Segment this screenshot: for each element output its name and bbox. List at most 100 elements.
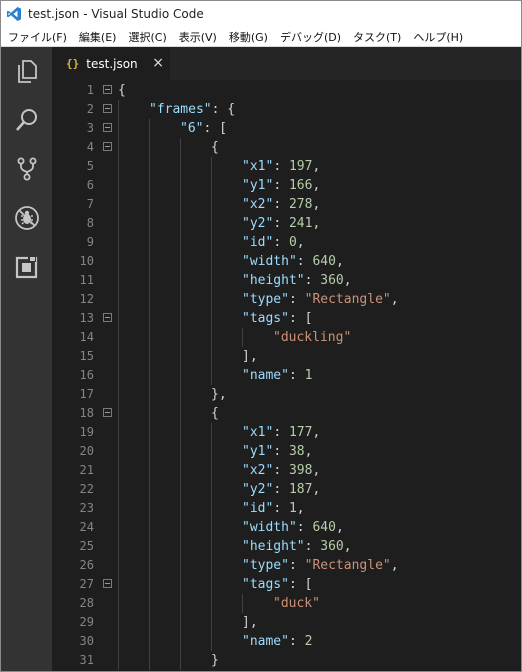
json-key: "frames" — [149, 102, 212, 117]
code-line[interactable]: 4{ — [52, 138, 521, 157]
json-number: 398 — [288, 463, 313, 478]
tab-label: test.json — [86, 56, 138, 71]
code-line[interactable]: 2 "frames": { — [52, 100, 521, 119]
menu-file[interactable]: ファイル(F) — [1, 29, 73, 45]
code-line[interactable]: 13 "tags": [ — [52, 309, 521, 328]
json-file-icon: {} — [66, 57, 80, 70]
json-punctuation: , — [390, 292, 399, 307]
line-number: 22 — [79, 482, 94, 496]
code-line[interactable]: 30 "name": 2 — [52, 632, 521, 651]
json-punctuation: , — [343, 539, 352, 554]
menu-edit[interactable]: 編集(E) — [73, 29, 123, 45]
line-text: "name": 1 — [242, 366, 312, 385]
code-line[interactable]: 24 "width": 640, — [52, 518, 521, 537]
json-number: 187 — [288, 482, 313, 497]
json-number: 1 — [288, 501, 297, 516]
json-punctuation: , — [343, 273, 352, 288]
json-punctuation: : — [288, 292, 305, 307]
json-punctuation: : — [273, 235, 289, 250]
code-line[interactable]: 12 "type": "Rectangle", — [52, 290, 521, 309]
code-line[interactable]: 10 "width": 640, — [52, 252, 521, 271]
code-line[interactable]: 29], — [52, 613, 521, 632]
fold-toggle-icon[interactable] — [103, 408, 112, 417]
code-line[interactable]: 23 "id": 1, — [52, 499, 521, 518]
fold-toggle-icon[interactable] — [103, 579, 112, 588]
json-punctuation: { — [118, 83, 126, 98]
json-key: "x1" — [242, 425, 274, 440]
fold-toggle-icon[interactable] — [103, 85, 112, 94]
code-line[interactable]: 14 "duckling" — [52, 328, 521, 347]
json-string: "Rectangle" — [304, 558, 391, 573]
code-line[interactable]: 21 "x2": 398, — [52, 461, 521, 480]
line-text: "6": [ — [180, 119, 227, 138]
line-text: "name": 2 — [242, 632, 312, 651]
code-editor[interactable]: 1{2 "frames": {3 "6": [4{5 "x1": 197, 6 "y1":… — [52, 81, 521, 671]
menu-bar: ファイル(F) 編集(E) 選択(C) 表示(V) 移動(G) デバッグ(D) … — [1, 27, 521, 47]
menu-selection[interactable]: 選択(C) — [122, 29, 172, 45]
json-key: "width" — [242, 520, 297, 535]
line-text: "frames": { — [149, 100, 235, 119]
code-line[interactable]: 6 "y1": 166, — [52, 176, 521, 195]
tab-test-json[interactable]: {} test.json × — [52, 47, 170, 80]
json-key: "x2" — [242, 197, 274, 212]
line-text: "x2": 398, — [242, 461, 320, 480]
tab-bar: {} test.json × — [52, 47, 521, 80]
line-text: "tags": [ — [242, 575, 312, 594]
line-number: 4 — [86, 140, 94, 154]
menu-debug[interactable]: デバッグ(D) — [274, 29, 347, 45]
line-number: 31 — [79, 653, 94, 667]
code-line[interactable]: 31} — [52, 651, 521, 670]
code-line[interactable]: 22 "y2": 187, — [52, 480, 521, 499]
window-title: test.json - Visual Studio Code — [28, 7, 204, 21]
json-punctuation: , — [312, 425, 321, 440]
line-number: 6 — [86, 178, 94, 192]
search-icon[interactable] — [14, 107, 40, 133]
line-number: 18 — [79, 406, 94, 420]
code-line[interactable]: 3 "6": [ — [52, 119, 521, 138]
files-icon[interactable] — [14, 58, 40, 84]
code-line[interactable]: 15], — [52, 347, 521, 366]
line-number: 26 — [79, 558, 94, 572]
line-number: 29 — [79, 615, 94, 629]
json-punctuation: : — [288, 634, 305, 649]
code-line[interactable]: 18 { — [52, 404, 521, 423]
code-line[interactable]: 9 "id": 0, — [52, 233, 521, 252]
code-line[interactable]: 7 "x2": 278, — [52, 195, 521, 214]
close-icon[interactable]: × — [152, 55, 164, 71]
line-number: 1 — [86, 83, 94, 97]
code-line[interactable]: 26 "type": "Rectangle", — [52, 556, 521, 575]
code-line[interactable]: 16 "name": 1 — [52, 366, 521, 385]
fold-toggle-icon[interactable] — [103, 104, 112, 113]
json-key: "tags" — [242, 311, 289, 326]
json-punctuation: : — [273, 197, 289, 212]
menu-view[interactable]: 表示(V) — [173, 29, 223, 45]
menu-help[interactable]: ヘルプ(H) — [407, 29, 469, 45]
json-punctuation: : { — [211, 102, 236, 117]
line-text: "y1": 38, — [242, 442, 312, 461]
extensions-icon[interactable] — [14, 254, 40, 280]
debug-icon[interactable] — [14, 205, 40, 231]
code-line[interactable]: 5 "x1": 197, — [52, 157, 521, 176]
fold-toggle-icon[interactable] — [103, 313, 112, 322]
line-number: 5 — [86, 159, 94, 173]
fold-toggle-icon[interactable] — [103, 123, 112, 132]
line-number: 3 — [86, 121, 94, 135]
fold-toggle-icon[interactable] — [103, 142, 112, 151]
json-number: 38 — [288, 444, 305, 459]
vscode-logo-icon — [7, 7, 21, 21]
code-line[interactable]: 17}, — [52, 385, 521, 404]
json-punctuation: : — [273, 444, 289, 459]
line-number: 24 — [79, 520, 94, 534]
code-line[interactable]: 11 "height": 360, — [52, 271, 521, 290]
code-line[interactable]: 20 "y1": 38, — [52, 442, 521, 461]
code-line[interactable]: 19 "x1": 177, — [52, 423, 521, 442]
code-line[interactable]: 28 "duck" — [52, 594, 521, 613]
code-line[interactable]: 8 "y2": 241, — [52, 214, 521, 233]
code-line[interactable]: 1{ — [52, 81, 521, 100]
json-punctuation: : — [273, 216, 289, 231]
menu-tasks[interactable]: タスク(T) — [347, 29, 407, 45]
code-line[interactable]: 27 "tags": [ — [52, 575, 521, 594]
menu-go[interactable]: 移動(G) — [223, 29, 274, 45]
code-line[interactable]: 25 "height": 360, — [52, 537, 521, 556]
source-control-icon[interactable] — [14, 156, 40, 182]
